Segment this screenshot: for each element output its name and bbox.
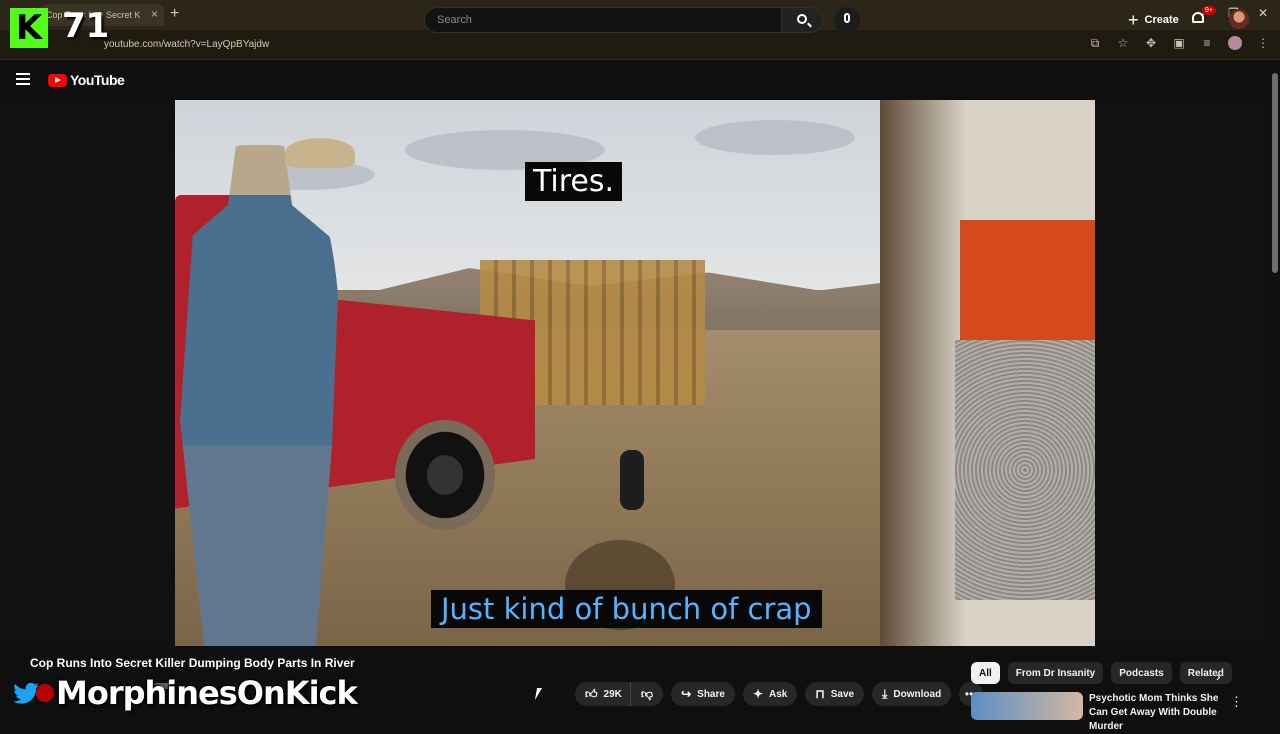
profile-icon[interactable] xyxy=(1228,36,1242,53)
ask-button[interactable]: ✦ Ask xyxy=(742,682,798,706)
bookmark-icon: ⊓ xyxy=(815,687,825,701)
kick-logo: K xyxy=(10,8,48,48)
download-icon: ⤓ xyxy=(882,686,888,701)
mouse-cursor xyxy=(534,688,543,700)
sparkle-icon: ✦ xyxy=(752,687,764,701)
like-count: 29K xyxy=(603,688,622,700)
dislike-button[interactable]: 👎︎ xyxy=(629,682,664,706)
create-label: Create xyxy=(1144,14,1179,26)
viewer-count: 71 xyxy=(62,6,110,46)
video-player[interactable] xyxy=(175,100,1095,646)
install-app-icon[interactable]: ⧉ xyxy=(1088,36,1102,53)
twitter-icon xyxy=(13,682,39,704)
youtube-header: YouTube xyxy=(0,61,1280,99)
youtube-wordmark: YouTube xyxy=(70,72,125,88)
split-view-icon[interactable]: ▣ xyxy=(1172,36,1186,53)
chip-podcasts[interactable]: Podcasts xyxy=(1111,662,1172,684)
plus-icon: + xyxy=(1128,9,1139,30)
bookmark-star-icon[interactable]: ☆ xyxy=(1116,36,1130,53)
page-scrollbar[interactable] xyxy=(1270,61,1280,720)
close-window-button[interactable]: ✕ xyxy=(1258,6,1268,20)
youtube-logo[interactable]: YouTube xyxy=(48,72,125,88)
share-icon: ↪ xyxy=(681,687,692,701)
download-label: Download xyxy=(893,688,942,700)
menu-icon[interactable] xyxy=(16,73,30,85)
video-hat xyxy=(285,138,355,168)
tab-close-icon[interactable]: × xyxy=(151,7,158,21)
caption-bottom: Just kind of bunch of crap xyxy=(431,590,822,628)
recommendation-chips: All From Dr Insanity Podcasts Related xyxy=(971,662,1232,684)
video-stone-wall xyxy=(955,340,1095,600)
search-icon xyxy=(797,14,807,24)
like-button[interactable]: 👍︎ 29K xyxy=(575,682,630,706)
scroll-thumb[interactable] xyxy=(1272,73,1278,273)
search-button[interactable] xyxy=(781,7,823,33)
youtube-play-icon xyxy=(48,73,67,87)
recommendation-thumbnail[interactable] xyxy=(971,692,1083,720)
microphone-icon xyxy=(844,13,850,23)
video-actions: 👍︎ 29K 👎︎ ↪ Share ✦ Ask ⊓ Save ⤓ Downloa… xyxy=(575,682,984,706)
url-field[interactable]: youtube.com/watch?v=LayQpBYajdw xyxy=(104,39,269,50)
new-tab-button[interactable]: + xyxy=(170,5,179,23)
recommendation-menu-icon[interactable]: ⋮ xyxy=(1230,694,1243,710)
recommendation-title[interactable]: Psychotic Mom Thinks She Can Get Away Wi… xyxy=(1089,692,1229,734)
extensions-icon[interactable]: ✥ xyxy=(1144,36,1158,53)
chip-all[interactable]: All xyxy=(971,662,1000,684)
video-truck-wheel xyxy=(395,420,495,530)
video-orange-wall xyxy=(960,220,1095,340)
share-label: Share xyxy=(697,688,725,700)
ask-label: Ask xyxy=(769,688,788,700)
chip-from-channel[interactable]: From Dr Insanity xyxy=(1007,662,1104,684)
download-button[interactable]: ⤓ Download xyxy=(872,682,952,706)
video-gas-tank xyxy=(620,450,644,510)
media-controls-icon[interactable]: ≡ xyxy=(1200,36,1214,53)
chevron-right-icon[interactable]: › xyxy=(1216,668,1221,684)
browser-menu-icon[interactable]: ⋮ xyxy=(1256,36,1270,53)
voice-search-button[interactable] xyxy=(834,7,860,33)
address-bar: youtube.com/watch?v=LayQpBYajdw ⧉ ☆ ✥ ▣ … xyxy=(0,30,1280,60)
thumbs-up-icon: 👍︎ xyxy=(585,686,598,701)
streamer-name-overlay: MorphinesOnKick xyxy=(56,674,358,712)
caption-top: Tires. xyxy=(525,162,623,201)
browser-toolbar-icons: ⧉ ☆ ✥ ▣ ≡ ⋮ xyxy=(1088,36,1270,53)
save-label: Save xyxy=(830,688,855,700)
chip-related[interactable]: Related xyxy=(1179,662,1232,684)
search-input[interactable] xyxy=(425,8,781,32)
save-button[interactable]: ⊓ Save xyxy=(805,682,865,706)
account-avatar[interactable] xyxy=(1229,9,1249,29)
video-title: Cop Runs Into Secret Killer Dumping Body… xyxy=(30,656,355,670)
share-button[interactable]: ↪ Share xyxy=(671,682,735,706)
thumbs-down-icon: 👎︎ xyxy=(640,686,654,701)
create-button[interactable]: + Create xyxy=(1118,7,1189,33)
notification-badge: 9+ xyxy=(1202,6,1216,15)
search-box xyxy=(424,7,782,33)
